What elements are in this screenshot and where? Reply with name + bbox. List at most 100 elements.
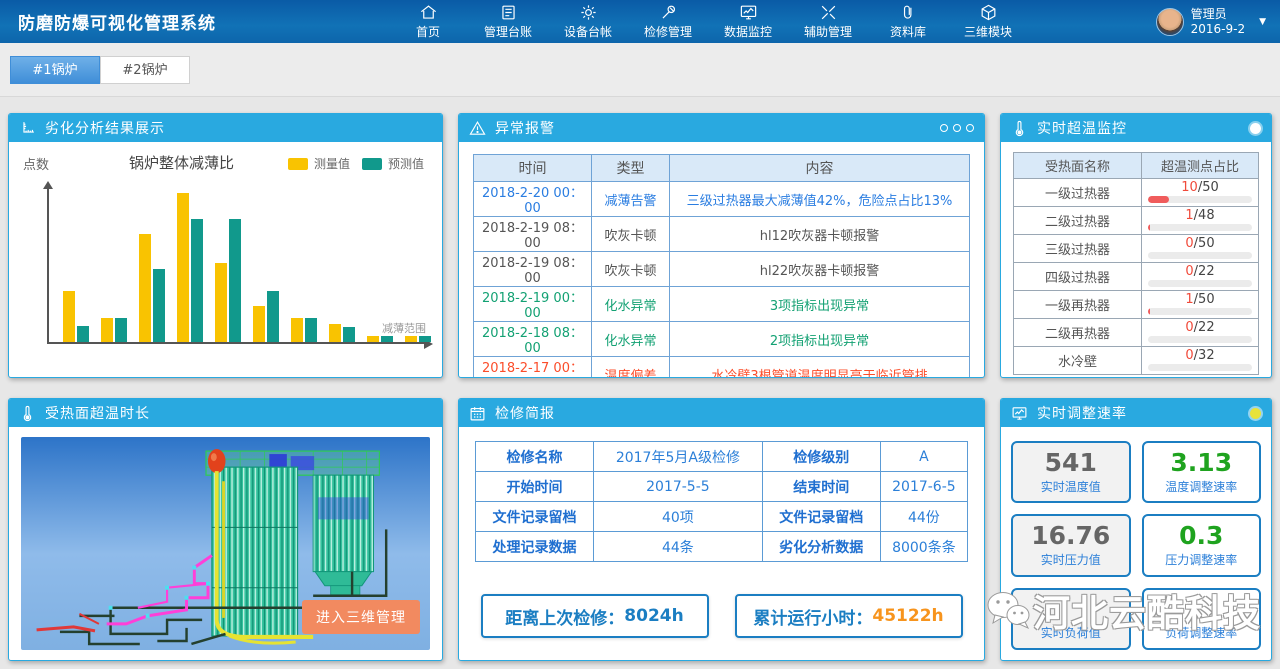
nav-item-home[interactable]: 首页 (388, 0, 468, 43)
bar-chart: -55-1010-1515-2020-2525-3030-3535-4040-4… (47, 186, 428, 344)
alarm-cell-type: 化水异常 (592, 287, 670, 322)
field-label: 劣化分析数据 (762, 532, 880, 562)
panel-overtemp: 实时超温监控 受热面名称超温测点占比 一级过热器10/50二级过热器1/48三级… (1000, 113, 1272, 378)
field-value: 40项 (594, 502, 763, 532)
rate-value: 3.13 (1170, 450, 1232, 476)
ratio-bar (1148, 364, 1252, 371)
alarm-cell-time: 2018-2-18 08：00 (474, 322, 592, 357)
panel-title: 异常报警 (495, 118, 555, 138)
rate-label: 压力调整速率 (1165, 551, 1237, 568)
y-axis-arrow (43, 176, 53, 189)
rate-value: 16.76 (1031, 523, 1110, 549)
alarm-row: 2018-2-19 00：00化水异常3项指标出现异常 (474, 287, 970, 322)
bar-predicted (153, 269, 165, 342)
point-total: /32 (1194, 348, 1215, 363)
overtemp-count: 0 (1185, 348, 1193, 363)
enter-3d-button[interactable]: 进入三维管理 (302, 600, 420, 634)
overtemp-row: 四级过热器0/22 (1014, 263, 1259, 291)
bar-measured (101, 318, 113, 342)
rate-card: 541实时温度值 (1011, 441, 1131, 503)
nav-item-tools[interactable]: 辅助管理 (788, 0, 868, 43)
nav-item-ledger[interactable]: 管理台账 (468, 0, 548, 43)
alarm-cell-content: 3项指标出现异常 (670, 287, 970, 322)
alarm-cell-time: 2018-2-20 00：00 (474, 182, 592, 217)
bar-group (177, 193, 203, 342)
nav-label: 首页 (416, 23, 440, 40)
overtemp-row: 一级过热器10/50 (1014, 179, 1259, 207)
panel-degradation: 劣化分析结果展示 点数 锅炉整体减薄比 测量值预测值 -55-1010-1515… (8, 113, 443, 378)
avatar[interactable] (1156, 8, 1184, 36)
bar-group (253, 291, 279, 342)
bar-predicted (229, 219, 241, 342)
panel-title: 实时调整速率 (1037, 403, 1127, 423)
nav-item-repair[interactable]: 检修管理 (628, 0, 708, 43)
bar-group (405, 336, 431, 342)
alarm-col-header: 时间 (474, 155, 592, 182)
overtemp-row: 三级过热器0/50 (1014, 235, 1259, 263)
surface-name: 一级过热器 (1014, 179, 1142, 207)
panel-alarms: 异常报警 时间类型内容 2018-2-20 00：00减薄告警三级过热器最大减薄… (458, 113, 985, 378)
overtemp-ratio: 10/50 (1142, 179, 1259, 207)
overtemp-ratio: 1/50 (1142, 291, 1259, 319)
alarm-cell-type: 吹灰卡顿 (592, 217, 670, 252)
bar-predicted (343, 327, 355, 342)
nav-item-cube[interactable]: 三维模块 (948, 0, 1028, 43)
ledger-icon (499, 3, 518, 22)
total-run-hours-button[interactable]: 累计运行小时：45122h (735, 594, 963, 638)
surface-name: 二级再热器 (1014, 319, 1142, 347)
legend-label: 测量值 (314, 155, 350, 172)
nav-item-paperclip[interactable]: 资料库 (868, 0, 948, 43)
alarm-col-header: 类型 (592, 155, 670, 182)
overtemp-count: 0 (1185, 264, 1193, 279)
dashboard-grid: 劣化分析结果展示 点数 锅炉整体减薄比 测量值预测值 -55-1010-1515… (0, 97, 1280, 661)
chevron-down-icon[interactable]: ▼ (1259, 17, 1266, 27)
overtemp-ratio: 0/22 (1142, 319, 1259, 347)
maintenance-table: 检修名称2017年5月A级检修检修级别A开始时间2017-5-5结束时间2017… (475, 441, 968, 562)
rate-card: 负荷调整速率 (1142, 588, 1262, 650)
bar-predicted (267, 291, 279, 342)
panel-title: 受热面超温时长 (45, 403, 150, 423)
bar-group (101, 318, 127, 342)
nav-label: 资料库 (890, 23, 926, 40)
nav-item-gear[interactable]: 设备台帐 (548, 0, 628, 43)
nav-item-monitor[interactable]: 数据监控 (708, 0, 788, 43)
tab-boiler-2[interactable]: #2锅炉 (100, 56, 190, 84)
alarm-row: 2018-2-18 08：00化水异常2项指标出现异常 (474, 322, 970, 357)
field-value: A (880, 442, 967, 472)
alarm-cell-type: 温度偏差 (592, 357, 670, 379)
rate-cards: 541实时温度值3.13温度调整速率16.76实时压力值0.3压力调整速率实时负… (1011, 441, 1261, 650)
alarm-cell-content: 2项指标出现异常 (670, 322, 970, 357)
maintenance-buttons: 距离上次检修：8024h 累计运行小时：45122h (459, 594, 984, 638)
legend-swatch (362, 158, 382, 170)
field-label: 处理记录数据 (476, 532, 594, 562)
chart-ylabel: 点数 (23, 154, 49, 173)
ratio-bar (1148, 280, 1252, 287)
rate-card: 16.76实时压力值 (1011, 514, 1131, 576)
panel-title: 检修简报 (495, 403, 555, 423)
nav-label: 三维模块 (964, 23, 1012, 40)
maintenance-row: 开始时间2017-5-5结束时间2017-6-5 (476, 472, 968, 502)
alarm-cell-content: 水冷壁3根管道温度明显高于临近管排 (670, 357, 970, 379)
overtemp-count: 0 (1185, 320, 1193, 335)
monitor-icon (739, 3, 758, 22)
overtemp-ratio: 1/48 (1142, 207, 1259, 235)
bar-group (367, 336, 393, 342)
point-total: /48 (1194, 208, 1215, 223)
bar-group (139, 234, 165, 342)
since-last-overhaul-button[interactable]: 距离上次检修：8024h (481, 594, 709, 638)
point-total: /50 (1194, 236, 1215, 251)
chart-legend: 测量值预测值 (288, 155, 430, 172)
overtemp-ratio: 0/22 (1142, 263, 1259, 291)
bar-measured (177, 193, 189, 342)
alarm-cell-content: hl12吹灰器卡顿报警 (670, 217, 970, 252)
nav-label: 辅助管理 (804, 23, 852, 40)
surface-name: 二级过热器 (1014, 207, 1142, 235)
overtemp-count: 1 (1185, 292, 1193, 307)
boiler-3d-view[interactable]: 进入三维管理 (21, 437, 430, 650)
bar-predicted (77, 326, 89, 342)
overtemp-count: 1 (1185, 208, 1193, 223)
panel-menu-dots[interactable] (940, 124, 974, 132)
bar-measured (367, 336, 379, 342)
tab-boiler-1[interactable]: #1锅炉 (10, 56, 100, 84)
user-menu[interactable]: 管理员 2016-9-2 ▼ (1156, 0, 1266, 43)
